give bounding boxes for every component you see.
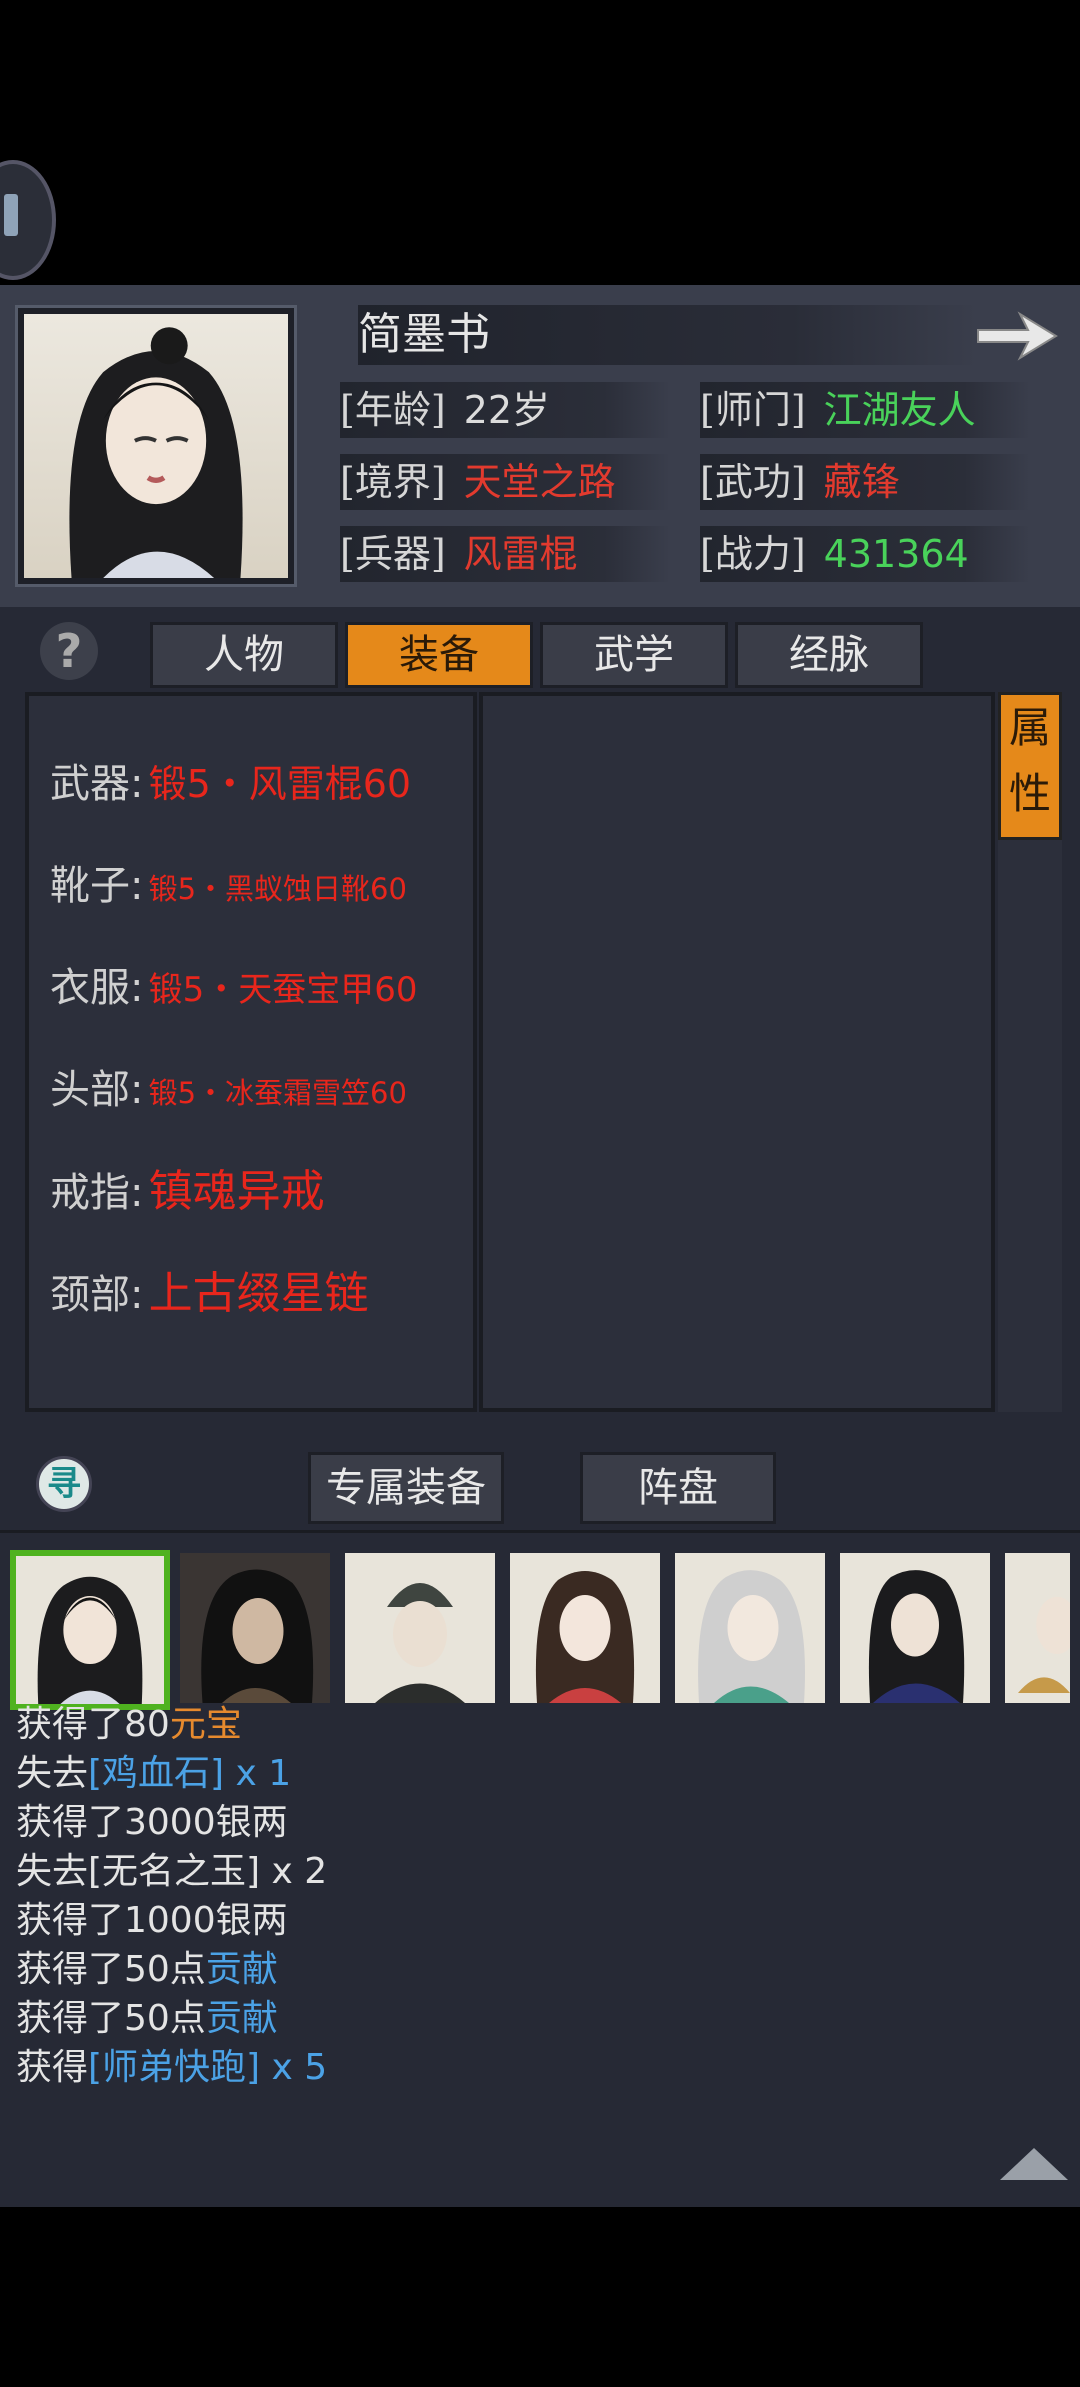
log-line: 获得了3000银两	[16, 1798, 1076, 1847]
message-log: 获得了80元宝 失去[鸡血石] x 1 获得了3000银两 失去[无名之玉] x…	[16, 1700, 1076, 2092]
next-character-arrow-icon[interactable]	[970, 300, 1065, 370]
log-text: 失去[无名之玉] x 2	[16, 1851, 328, 1892]
roster-portrait-6	[868, 1570, 965, 1703]
sect-value: 江湖友人	[823, 388, 976, 432]
power-value: 431364	[823, 532, 969, 576]
side-strip	[998, 840, 1062, 1412]
roster-portrait-1	[37, 1576, 143, 1704]
equip-item-name: 上古缀星链	[148, 1268, 369, 1319]
roster-character-1[interactable]	[10, 1550, 170, 1710]
bottom-action-strip	[0, 1426, 1080, 1526]
equip-item-name: 镇魂异戒	[148, 1166, 325, 1217]
log-line: 失去[鸡血石] x 1	[16, 1749, 1076, 1798]
formation-button[interactable]: 阵盘	[580, 1452, 776, 1524]
stat-sect: [师门] 江湖友人	[700, 382, 1030, 438]
help-icon[interactable]: ?	[40, 622, 98, 680]
log-highlight: [师弟快跑] x 5	[88, 2047, 328, 2088]
item-detail-panel	[479, 692, 995, 1412]
roster-portrait-7	[1018, 1596, 1070, 1693]
scroll-up-triangle-icon[interactable]	[1000, 2148, 1068, 2180]
search-seal-icon[interactable]: 寻	[36, 1456, 92, 1512]
roster-portrait-3	[375, 1583, 465, 1703]
log-text: 获得了50点	[16, 1998, 206, 2039]
stat-weapon: [兵器] 风雷棍	[340, 526, 670, 582]
log-text: 失去	[16, 1753, 89, 1794]
log-highlight: 元宝	[169, 1704, 242, 1745]
attributes-side-tab[interactable]: 属 性	[998, 692, 1062, 840]
equip-item-name: 锻5・冰蚕霜雪笠60	[148, 1076, 407, 1110]
log-text: 获得了80	[16, 1704, 170, 1745]
roster-character-3[interactable]	[345, 1553, 495, 1703]
portrait-art	[69, 327, 243, 578]
tab-character[interactable]: 人物	[150, 622, 338, 688]
log-text: 获得了50点	[16, 1949, 206, 1990]
age-label: [年龄]	[340, 388, 446, 432]
roster-portrait-2	[180, 1553, 330, 1703]
tab-meridians[interactable]: 经脉	[735, 622, 923, 688]
log-highlight: 贡献	[205, 1949, 278, 1990]
sect-label: [师门]	[700, 388, 806, 432]
tab-equipment[interactable]: 装备	[345, 622, 533, 688]
equip-slot-label: 武器:	[50, 761, 144, 807]
attributes-tab-line1: 属	[1008, 703, 1051, 752]
power-label: [战力]	[700, 532, 806, 576]
attributes-tab-line2: 性	[1008, 769, 1051, 818]
roster-character-6[interactable]	[840, 1553, 990, 1703]
stat-realm: [境界] 天堂之路	[340, 454, 670, 510]
realm-label: [境界]	[340, 460, 446, 504]
roster-portrait-4	[535, 1571, 635, 1703]
log-line: 获得了80元宝	[16, 1700, 1076, 1749]
equip-slot-label: 靴子:	[50, 863, 144, 909]
roster-character-5[interactable]	[675, 1553, 825, 1703]
equip-row-neck[interactable]: 颈部: 上古缀星链	[50, 1254, 369, 1334]
menu-round-button[interactable]	[0, 160, 56, 280]
log-highlight: [鸡血石] x 1	[88, 1753, 292, 1794]
stat-power: [战力] 431364	[700, 526, 1030, 582]
equip-slot-label: 戒指:	[50, 1170, 144, 1216]
log-line: 获得了50点贡献	[16, 1945, 1076, 1994]
skill-value: 藏锋	[823, 460, 900, 504]
character-name: 简墨书	[358, 305, 978, 365]
log-line: 获得了1000银两	[16, 1896, 1076, 1945]
roster-character-7[interactable]	[1005, 1553, 1070, 1703]
log-line: 获得了50点贡献	[16, 1994, 1076, 2043]
realm-value: 天堂之路	[463, 460, 616, 504]
tab-martial-arts[interactable]: 武学	[540, 622, 728, 688]
roster-character-2[interactable]	[180, 1553, 330, 1703]
equip-row-head[interactable]: 头部: 锻5・冰蚕霜雪笠60	[50, 1050, 407, 1130]
log-text: 获得了1000银两	[16, 1900, 288, 1941]
log-text: 获得	[16, 2047, 89, 2088]
equip-row-boots[interactable]: 靴子: 锻5・黑蚁蚀日靴60	[50, 846, 407, 926]
equip-item-name: 锻5・黑蚁蚀日靴60	[148, 872, 407, 906]
stat-age: [年龄] 22岁	[340, 382, 670, 438]
equip-row-weapon[interactable]: 武器: 锻5・风雷棍60	[50, 744, 411, 824]
roster-portrait-5	[698, 1570, 805, 1703]
equip-slot-label: 头部:	[50, 1067, 144, 1113]
roster-character-4[interactable]	[510, 1553, 660, 1703]
skill-label: [武功]	[700, 460, 806, 504]
stat-skill: [武功] 藏锋	[700, 454, 1030, 510]
exclusive-equipment-button[interactable]: 专属装备	[308, 1452, 504, 1524]
weapon-label: [兵器]	[340, 532, 446, 576]
log-highlight: 贡献	[205, 1998, 278, 2039]
equip-item-name: 锻5・天蚕宝甲60	[148, 970, 418, 1010]
log-line: 获得[师弟快跑] x 5	[16, 2043, 1076, 2092]
weapon-value: 风雷棍	[463, 532, 578, 576]
character-portrait	[18, 308, 294, 584]
log-text: 获得了3000银两	[16, 1802, 288, 1843]
log-line: 失去[无名之玉] x 2	[16, 1847, 1076, 1896]
equip-row-ring[interactable]: 戒指: 镇魂异戒	[50, 1152, 325, 1232]
equip-slot-label: 衣服:	[50, 965, 144, 1011]
equip-row-clothes[interactable]: 衣服: 锻5・天蚕宝甲60	[50, 948, 417, 1028]
equip-item-name: 锻5・风雷棍60	[148, 762, 412, 806]
equip-slot-label: 颈部:	[50, 1272, 144, 1318]
age-value: 22岁	[463, 388, 551, 432]
